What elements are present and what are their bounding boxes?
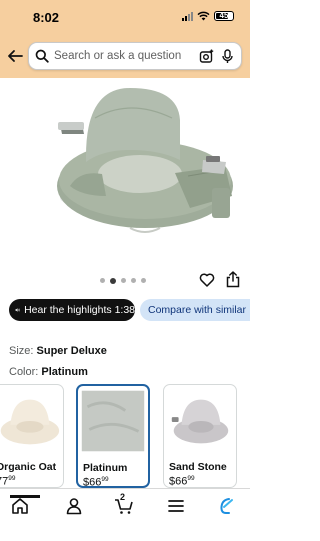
- carousel-dot[interactable]: [100, 278, 105, 283]
- variant-image: [171, 399, 229, 444]
- signal-icon: [182, 11, 193, 21]
- variant-image: [81, 390, 145, 452]
- menu-icon: [168, 500, 184, 512]
- status-time: 8:02: [33, 10, 60, 25]
- product-image[interactable]: [0, 78, 250, 268]
- color-value: Platinum: [41, 366, 88, 378]
- microphone-icon[interactable]: [220, 48, 235, 64]
- compare-similar-label: Compare with similar: [148, 304, 247, 316]
- search-input[interactable]: Search or ask a question: [54, 50, 199, 62]
- status-icons: 45: [182, 11, 234, 21]
- search-bar[interactable]: Search or ask a question: [28, 42, 242, 70]
- compare-similar-button[interactable]: Compare with similar: [140, 299, 250, 321]
- size-value: Super Deluxe: [36, 345, 107, 357]
- nursing-pillow-image: [57, 88, 233, 233]
- nav-menu[interactable]: [166, 496, 186, 516]
- speaker-icon: [15, 308, 20, 312]
- nav-rufus[interactable]: [216, 496, 236, 516]
- size-selection: Size: Super Deluxe: [9, 345, 107, 357]
- battery-icon: 45: [214, 11, 234, 21]
- wifi-icon: [197, 11, 210, 21]
- image-carousel-dots[interactable]: [100, 277, 146, 284]
- carousel-dot-active[interactable]: [110, 277, 116, 284]
- rufus-assistant-icon: [220, 498, 233, 514]
- bottom-nav: 2: [0, 488, 250, 541]
- share-icon[interactable]: [225, 271, 241, 288]
- person-icon: [66, 498, 82, 515]
- home-icon: [12, 498, 28, 514]
- hear-highlights-label: Hear the highlights 1:38: [24, 304, 135, 316]
- nav-account[interactable]: [64, 496, 84, 516]
- search-icon: [35, 49, 49, 63]
- top-header: 8:02 45 Search or ask a question: [0, 0, 250, 78]
- hear-highlights-button[interactable]: Hear the highlights 1:38: [9, 299, 135, 321]
- size-label: Size:: [9, 345, 34, 357]
- nav-home[interactable]: [10, 495, 40, 516]
- variant-price: $6699: [169, 475, 195, 488]
- nav-cart[interactable]: 2: [114, 492, 134, 516]
- variant-name: Platinum: [83, 462, 128, 474]
- variant-name: Sand Stone: [169, 461, 227, 473]
- heart-icon[interactable]: [199, 272, 215, 288]
- variant-card-platinum[interactable]: Platinum $6699: [76, 384, 150, 488]
- carousel-dot[interactable]: [141, 278, 146, 283]
- variant-name: Organic Oat: [0, 461, 57, 473]
- variant-image: [0, 399, 60, 445]
- color-label: Color:: [9, 366, 39, 378]
- camera-scan-icon[interactable]: [199, 49, 214, 64]
- variant-card-sand-stone[interactable]: Sand Stone $6699: [163, 384, 237, 488]
- carousel-dot[interactable]: [121, 278, 126, 283]
- variant-card-organic-oat[interactable]: Organic Oat 7799: [0, 384, 64, 488]
- variant-price: $6699: [83, 476, 109, 488]
- back-arrow-icon[interactable]: [6, 47, 24, 65]
- color-selection: Color: Platinum: [9, 366, 88, 378]
- cart-count: 2: [120, 492, 126, 502]
- status-bar: 8:02 45: [0, 0, 250, 34]
- battery-level: 45: [219, 11, 229, 20]
- active-indicator: [10, 495, 40, 498]
- variant-price: 7799: [0, 475, 16, 488]
- carousel-dot[interactable]: [131, 278, 136, 283]
